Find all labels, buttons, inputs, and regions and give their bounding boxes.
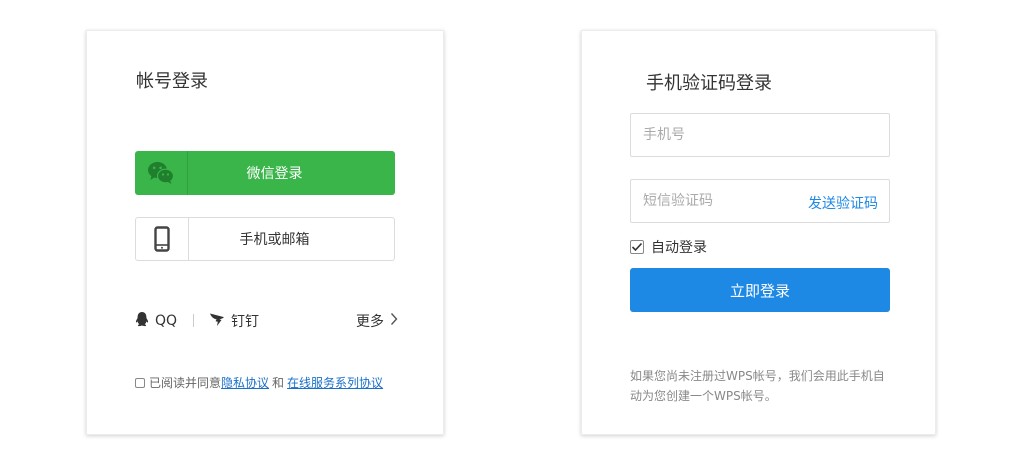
- auto-login-row[interactable]: 自动登录: [630, 237, 707, 257]
- sms-login-card: 手机验证码登录 发送验证码 自动登录 立即登录 如果您尚未注册过WPS帐号，我们…: [581, 30, 936, 435]
- dingtalk-icon: [209, 311, 225, 331]
- registration-notice: 如果您尚未注册过WPS帐号，我们会用此手机自动为您创建一个WPS帐号。: [630, 369, 885, 403]
- auto-login-checkbox[interactable]: [630, 240, 644, 254]
- send-code-button[interactable]: 发送验证码: [808, 193, 878, 213]
- chevron-right-icon: [390, 312, 398, 330]
- privacy-policy-link[interactable]: 隐私协议: [221, 374, 269, 391]
- agreement-row: 已阅读并同意 隐私协议 和 在线服务系列协议: [135, 374, 383, 391]
- other-login-methods: QQ 钉钉 更多: [135, 311, 398, 331]
- sms-login-title: 手机验证码登录: [646, 73, 772, 94]
- agreement-and: 和: [272, 376, 285, 390]
- wechat-icon: [135, 151, 188, 195]
- dingtalk-login-link[interactable]: 钉钉: [209, 311, 259, 331]
- auto-login-label: 自动登录: [651, 240, 707, 256]
- agreement-checkbox[interactable]: [135, 377, 145, 388]
- service-agreement-link[interactable]: 在线服务系列协议: [287, 374, 383, 391]
- phone-number-field: [630, 113, 890, 157]
- agreement-prefix: 已阅读并同意: [149, 376, 222, 390]
- qq-login-link[interactable]: QQ: [135, 311, 177, 331]
- more-login-label: 更多: [356, 314, 384, 330]
- dingtalk-login-label: 钉钉: [231, 314, 259, 330]
- login-methods-divider: [193, 314, 194, 327]
- phone-email-login-button[interactable]: 手机或邮箱: [135, 217, 395, 261]
- phone-number-input[interactable]: [631, 114, 889, 156]
- check-icon: [631, 242, 643, 252]
- account-login-title: 帐号登录: [136, 71, 208, 92]
- qq-icon: [135, 311, 149, 331]
- sms-code-field: 发送验证码: [630, 179, 890, 223]
- sms-code-input[interactable]: [631, 180, 801, 222]
- more-login-link[interactable]: 更多: [356, 311, 398, 331]
- phone-icon: [136, 218, 189, 260]
- qq-login-label: QQ: [155, 313, 178, 329]
- wechat-login-button[interactable]: 微信登录: [135, 151, 395, 195]
- phone-email-login-label: 手机或邮箱: [239, 232, 310, 248]
- login-submit-button[interactable]: 立即登录: [630, 268, 890, 312]
- account-login-card: 帐号登录 微信登录 手机或邮箱 QQ 钉钉 更多 已阅读并同意 隐私协议 和 在…: [86, 30, 444, 435]
- wechat-login-label: 微信登录: [246, 166, 303, 182]
